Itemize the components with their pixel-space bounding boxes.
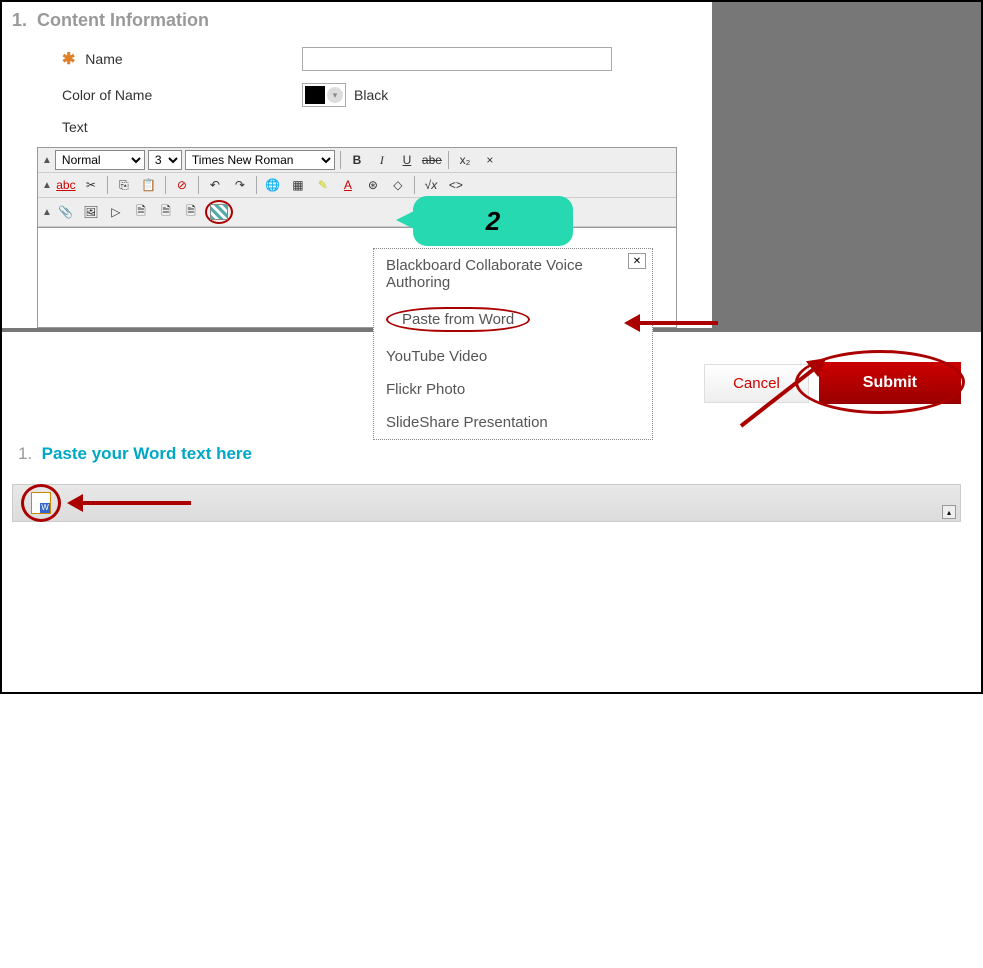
italic-button[interactable]: I [371, 150, 393, 170]
media-button[interactable]: ▷ [105, 202, 127, 222]
eraser-button[interactable]: ◇ [387, 175, 409, 195]
name-input[interactable] [302, 47, 612, 71]
mashup-button-highlight [205, 200, 233, 224]
textcolor-button[interactable]: A [337, 175, 359, 195]
dd-item-collaborate[interactable]: Blackboard Collaborate Voice Authoring [374, 249, 652, 299]
arrow-to-paste-icon [81, 501, 191, 505]
html-button[interactable]: <> [445, 175, 467, 195]
content-info-box: 1. Content Information ✱ Name Color of N… [2, 2, 712, 328]
toolbar-row-3: ▲ 📎 🖼 ▷ 🗎 🗎 🗎 [38, 198, 676, 227]
rich-text-editor: ▲ Normal 3 Times New Roman B I U abe x₂ … [37, 147, 677, 328]
image-button[interactable]: 🖼 [80, 202, 102, 222]
text-label: Text [62, 119, 302, 135]
mashup-icon [210, 204, 228, 220]
symbol-button[interactable]: ⊛ [362, 175, 384, 195]
more-button[interactable]: × [479, 150, 501, 170]
name-label: Name [85, 51, 122, 67]
collapse-icon[interactable]: ▲ [42, 155, 52, 166]
section2-title: Paste your Word text here [42, 444, 252, 463]
black-swatch [305, 86, 325, 104]
redo-button[interactable]: ↷ [229, 175, 251, 195]
section1-heading: 1. Content Information [12, 10, 702, 31]
mashup-button[interactable] [208, 202, 230, 222]
highlight-button[interactable]: ✎ [312, 175, 334, 195]
dd-item-paste-word[interactable]: Paste from Word [374, 299, 652, 340]
strike-button[interactable]: abe [421, 150, 443, 170]
submit-button[interactable]: Submit [819, 362, 961, 404]
required-asterisk: ✱ [62, 51, 75, 68]
clear-format-button[interactable]: ⊘ [171, 175, 193, 195]
copy-button[interactable]: ⎘ [113, 175, 135, 195]
paste-from-word-icon[interactable] [31, 492, 51, 514]
toolbar-row-2: ▲ abc ✂ ⎘ 📋 ⊘ ↶ ↷ 🌐 ▦ ✎ A ⊛ [38, 173, 676, 198]
arrow-paste-word [638, 321, 718, 325]
section2-number: 1. [18, 444, 32, 463]
color-label: Color of Name [62, 87, 302, 103]
name-row: ✱ Name [62, 47, 702, 71]
doc-button[interactable]: 🗎 [130, 202, 152, 222]
editor-content-area[interactable]: 2 ✕ Blackboard Collaborate Voice Authori… [38, 227, 676, 327]
undo-button[interactable]: ↶ [204, 175, 226, 195]
bold-button[interactable]: B [346, 150, 368, 170]
top-panel: 1. Content Information ✱ Name Color of N… [2, 2, 981, 328]
collapse-icon-3[interactable]: ▲ [42, 207, 52, 218]
formula-button[interactable]: √x [420, 175, 442, 195]
color-row: Color of Name ▾ Black [62, 83, 702, 107]
paste-toolbar: ▴ [12, 484, 961, 522]
text-row: Text [62, 119, 702, 135]
paste-button[interactable]: 📋 [138, 175, 160, 195]
section1-title: Content Information [37, 10, 209, 30]
paste-word-highlight: Paste from Word [386, 307, 530, 332]
chevron-down-icon: ▾ [327, 87, 343, 103]
arrow-to-submit [741, 424, 841, 428]
dd-item-slideshare[interactable]: SlideShare Presentation [374, 406, 652, 439]
subscript-button[interactable]: x₂ [454, 150, 476, 170]
dropdown-close-button[interactable]: ✕ [628, 253, 646, 269]
paste-text-area[interactable] [12, 522, 961, 682]
attach-button[interactable]: 📎 [55, 202, 77, 222]
collapse-icon-2[interactable]: ▲ [42, 180, 52, 191]
style-select[interactable]: Normal [55, 150, 145, 170]
button-row: Cancel Submit [12, 362, 961, 404]
font-select[interactable]: Times New Roman [185, 150, 335, 170]
link-button[interactable]: 🌐 [262, 175, 284, 195]
doc3-button[interactable]: 🗎 [180, 202, 202, 222]
underline-button[interactable]: U [396, 150, 418, 170]
color-value: Black [354, 87, 388, 103]
mashup-dropdown: ✕ Blackboard Collaborate Voice Authoring… [373, 248, 653, 440]
paste-icon-highlight [21, 484, 61, 522]
step-2-callout: 2 [413, 196, 573, 246]
size-select[interactable]: 3 [148, 150, 182, 170]
scroll-up-icon[interactable]: ▴ [942, 505, 956, 519]
section2-heading: 1. Paste your Word text here [18, 444, 961, 464]
color-picker[interactable]: ▾ [302, 83, 346, 107]
table-button[interactable]: ▦ [287, 175, 309, 195]
toolbar-row-1: ▲ Normal 3 Times New Roman B I U abe x₂ … [38, 148, 676, 173]
bottom-panel: Cancel Submit 1. Paste your Word text he… [2, 328, 981, 692]
spellcheck-button[interactable]: abc [55, 175, 77, 195]
doc2-button[interactable]: 🗎 [155, 202, 177, 222]
section1-number: 1. [12, 10, 27, 30]
cut-button[interactable]: ✂ [80, 175, 102, 195]
